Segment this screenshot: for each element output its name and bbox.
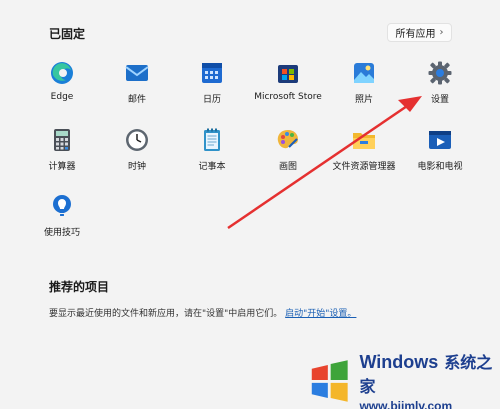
app-label: 设置 <box>430 95 449 105</box>
all-apps-button[interactable]: 所有应用 › <box>387 23 452 42</box>
recommended-text: 要显示最近使用的文件和新应用，请在"设置"中启用它们。 <box>49 309 283 319</box>
photos-icon <box>351 60 377 86</box>
app-label: Edge <box>50 92 74 102</box>
clock-icon <box>124 127 150 153</box>
edge-icon <box>49 60 75 86</box>
pinned-section-title: 已固定 <box>49 27 86 41</box>
app-label: 照片 <box>354 95 373 105</box>
app-settings[interactable]: 设置 <box>395 60 485 105</box>
folder-icon <box>351 127 377 153</box>
app-label: Microsoft Store <box>254 92 322 102</box>
movies-tv-icon <box>427 127 453 153</box>
app-label: 邮件 <box>127 95 146 105</box>
app-label: 文件资源管理器 <box>332 162 396 172</box>
recommended-section-title: 推荐的项目 <box>49 280 110 294</box>
app-movies-tv[interactable]: 电影和电视 <box>395 127 485 172</box>
notepad-icon <box>199 127 225 153</box>
start-settings-link[interactable]: 启动"开始"设置。 <box>285 309 356 319</box>
app-label: 记事本 <box>198 162 226 172</box>
tips-lightbulb-icon <box>49 193 75 219</box>
app-label: 时钟 <box>127 162 146 172</box>
chevron-right-icon: › <box>439 27 444 38</box>
app-label: 日历 <box>202 95 221 105</box>
paint-icon <box>275 127 301 153</box>
watermark: Windows 系统之家 www.bjjmlv.com <box>308 352 500 409</box>
app-label: 画图 <box>278 162 297 172</box>
app-tips[interactable]: 使用技巧 <box>17 193 107 238</box>
settings-gear-icon <box>427 60 453 86</box>
app-label: 计算器 <box>48 162 76 172</box>
recommended-message: 要显示最近使用的文件和新应用，请在"设置"中启用它们。 启动"开始"设置。 <box>49 306 356 319</box>
app-label: 电影和电视 <box>417 162 463 172</box>
calendar-icon <box>199 60 225 86</box>
calculator-icon <box>49 127 75 153</box>
watermark-url: www.bjjmlv.com <box>359 398 453 409</box>
all-apps-label: 所有应用 <box>395 29 436 40</box>
watermark-brand: Windows <box>359 351 439 372</box>
windows-logo-icon <box>311 359 348 402</box>
app-label: 使用技巧 <box>43 228 80 238</box>
store-icon <box>275 60 301 86</box>
mail-icon <box>124 60 150 86</box>
